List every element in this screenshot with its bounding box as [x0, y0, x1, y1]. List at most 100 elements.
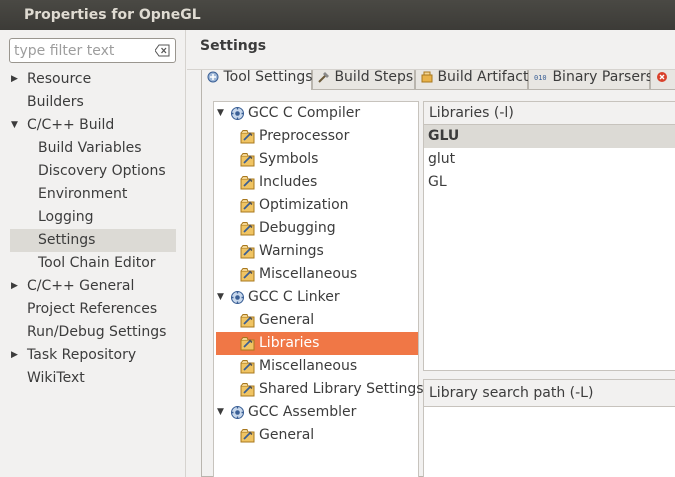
left-panel: ▶ Resource Builders ▼ C/C++ Build Build Varia… — [0, 30, 186, 477]
tool-tree-item[interactable]: General — [214, 309, 418, 332]
tool-tree-item[interactable]: Includes — [214, 171, 418, 194]
tool-tree: ▼ GCC C Compiler Preprocessor Symbols Includ… — [213, 101, 424, 477]
tool-tree-label: Warnings — [259, 243, 324, 259]
collapsed-arrow-icon[interactable]: ▶ — [11, 68, 18, 91]
tool-tree-label: Debugging — [259, 220, 336, 236]
expanded-arrow-icon[interactable]: ▼ — [217, 286, 224, 309]
build-artifact-icon — [421, 71, 433, 83]
nav-item[interactable]: Run/Debug Settings — [0, 321, 186, 344]
tool-tree-label: Symbols — [259, 151, 319, 167]
nav-item[interactable]: WikiText — [0, 367, 186, 390]
tool-tree-item[interactable]: Miscellaneous — [214, 355, 418, 378]
option-category-icon — [240, 267, 255, 282]
nav-item[interactable]: Logging — [0, 206, 186, 229]
clear-filter-icon[interactable] — [155, 44, 170, 57]
tool-tree-label: Preprocessor — [259, 128, 350, 144]
tab-binary-parsers[interactable]: 010 Binary Parsers — [528, 70, 653, 90]
page-title: Settings — [200, 38, 267, 54]
tab-more[interactable] — [650, 70, 675, 90]
nav-item[interactable]: ▶ Task Repository — [0, 344, 186, 367]
nav-item-label: C/C++ Build — [27, 117, 115, 133]
tab-build-steps[interactable]: Build Steps — [312, 70, 415, 90]
tab-label: Binary Parsers — [552, 70, 653, 85]
nav-item[interactable]: Builders — [0, 91, 186, 114]
tool-tree-label: Shared Library Settings — [259, 381, 424, 397]
option-category-icon — [240, 221, 255, 236]
tool-tree-item[interactable]: Symbols — [214, 148, 418, 171]
tool-tree-label: GCC C Compiler — [248, 105, 361, 121]
tool-tree-label: Optimization — [259, 197, 349, 213]
collapsed-arrow-icon[interactable]: ▶ — [11, 275, 18, 298]
tool-tree-item[interactable]: Optimization — [214, 194, 418, 217]
expanded-arrow-icon[interactable]: ▼ — [217, 401, 224, 424]
tool-tree-label: General — [259, 427, 315, 443]
filter-input[interactable] — [14, 41, 149, 60]
nav-item-label: Discovery Options — [38, 163, 166, 179]
nav-item-label: Settings — [38, 232, 96, 248]
tool-settings-icon — [207, 71, 219, 83]
nav-item[interactable]: Discovery Options — [0, 160, 186, 183]
option-category-icon — [240, 428, 255, 443]
tool-tree-item[interactable]: Debugging — [214, 217, 418, 240]
option-category-icon — [240, 175, 255, 190]
option-category-icon — [240, 198, 255, 213]
tool-tree-label: Includes — [259, 174, 318, 190]
filter-field[interactable] — [9, 38, 176, 63]
tool-settings-panel: ▼ GCC C Compiler Preprocessor Symbols Includ… — [201, 89, 675, 477]
error-parsers-icon — [657, 72, 667, 82]
nav-item-label: Environment — [38, 186, 128, 202]
nav-item[interactable]: Build Variables — [0, 137, 186, 160]
tab-bar: Tool Settings Build Steps Build Artifact… — [201, 70, 675, 90]
nav-item[interactable]: Project References — [0, 298, 186, 321]
libraries-header: Libraries (-l) — [424, 102, 675, 125]
option-category-icon — [240, 129, 255, 144]
tool-tree-category[interactable]: ▼ GCC C Compiler — [214, 102, 418, 125]
svg-text:010: 010 — [534, 74, 547, 82]
option-category-icon — [240, 359, 255, 374]
library-search-path-header: Library search path (-L) — [424, 380, 675, 407]
tool-tree-label: GCC C Linker — [248, 289, 340, 305]
expanded-arrow-icon[interactable]: ▼ — [217, 102, 224, 125]
expanded-arrow-icon[interactable]: ▼ — [11, 114, 18, 137]
tool-tree-label: General — [259, 312, 315, 328]
tool-icon — [230, 106, 245, 121]
option-category-icon — [240, 313, 255, 328]
tool-tree-category[interactable]: ▼ GCC Assembler — [214, 401, 418, 424]
nav-item[interactable]: Environment — [0, 183, 186, 206]
library-item[interactable]: GL — [424, 171, 675, 194]
nav-item-label: WikiText — [27, 370, 85, 386]
tool-tree-item[interactable]: Warnings — [214, 240, 418, 263]
nav-item[interactable]: ▼ C/C++ Build — [0, 114, 186, 137]
settings-page: Settings Tool Settings Build Steps Build… — [187, 30, 675, 477]
library-item[interactable]: GLU — [424, 125, 675, 148]
nav-item-label: Resource — [27, 71, 92, 87]
tool-tree-category[interactable]: ▼ GCC C Linker — [214, 286, 418, 309]
tool-tree-item[interactable]: Preprocessor — [214, 125, 418, 148]
nav-item[interactable]: ▶ C/C++ General — [0, 275, 186, 298]
nav-item-label: Build Variables — [38, 140, 142, 156]
tool-tree-item[interactable]: Libraries — [216, 332, 418, 355]
tab-build-artifact[interactable]: Build Artifact — [415, 70, 528, 90]
tab-label: Build Artifact — [437, 70, 529, 85]
option-category-icon — [240, 336, 255, 351]
nav-item[interactable]: ▶ Resource — [0, 68, 186, 91]
library-item[interactable]: glut — [424, 148, 675, 171]
tool-tree-item[interactable]: General — [214, 424, 418, 447]
nav-item[interactable]: Settings — [10, 229, 176, 252]
option-category-icon — [240, 382, 255, 397]
build-steps-icon — [318, 72, 329, 83]
tab-label: Tool Settings — [223, 70, 313, 85]
tool-icon — [230, 405, 245, 420]
window-title: Properties for OpneGL — [0, 0, 675, 30]
nav-item[interactable]: Tool Chain Editor — [0, 252, 186, 275]
libraries-list: Libraries (-l) GLU glut GL — [423, 101, 675, 371]
tool-tree-item[interactable]: Miscellaneous — [214, 263, 418, 286]
option-category-icon — [240, 244, 255, 259]
binary-parsers-icon: 010 — [534, 74, 547, 82]
collapsed-arrow-icon[interactable]: ▶ — [11, 344, 18, 367]
tool-tree-label: Miscellaneous — [259, 358, 358, 374]
tool-tree-label: GCC Assembler — [248, 404, 357, 420]
tool-tree-item[interactable]: Shared Library Settings — [214, 378, 424, 401]
property-nav: ▶ Resource Builders ▼ C/C++ Build Build Varia… — [0, 68, 186, 390]
tab-tool-settings[interactable]: Tool Settings — [201, 70, 313, 90]
